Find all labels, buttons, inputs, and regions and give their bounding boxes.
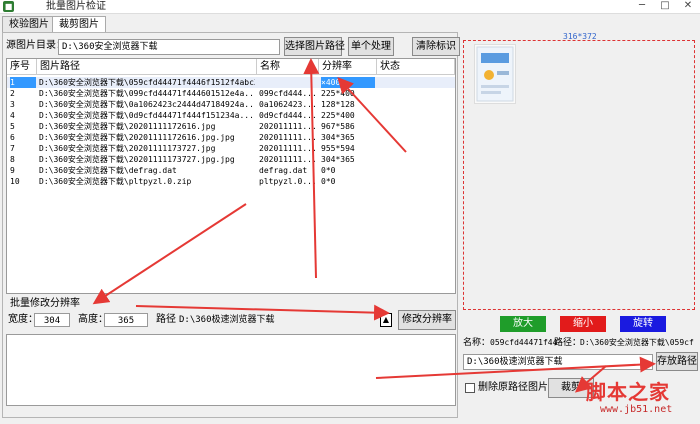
arrow-to-crop [574, 365, 607, 393]
arrow-to-batch [92, 203, 247, 305]
arrow-to-select-path [303, 58, 320, 279]
arrow-to-modify [135, 304, 390, 321]
arrow-to-save-path [375, 356, 656, 379]
arrow-to-table [337, 77, 407, 153]
annotation-arrows [92, 58, 656, 393]
